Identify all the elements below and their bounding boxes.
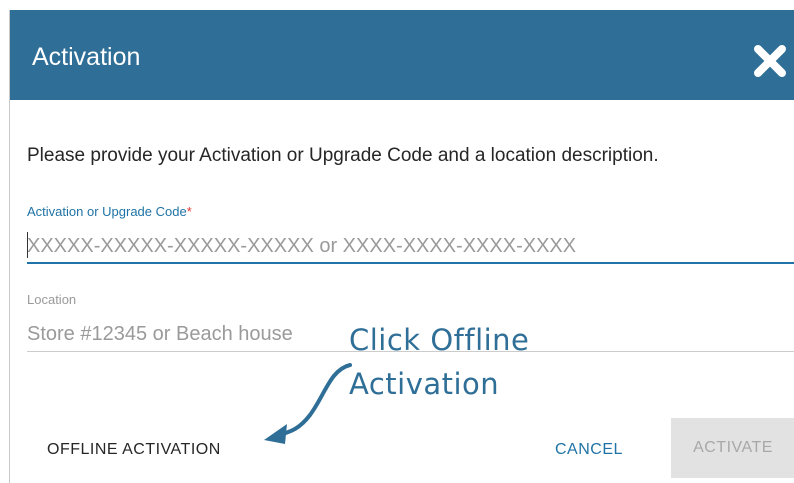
callout-line-2: Activation (349, 367, 500, 401)
offline-activation-button[interactable]: OFFLINE ACTIVATION (47, 441, 221, 459)
activate-button[interactable]: ACTIVATE (671, 418, 794, 478)
activation-dialog: Activation Please provide your Activatio… (9, 10, 794, 483)
dialog-title: Activation (32, 43, 141, 71)
instruction-callout: Click Offline Activation (349, 318, 529, 406)
instruction-text: Please provide your Activation or Upgrad… (27, 145, 659, 166)
required-marker: * (186, 204, 192, 219)
text-cursor (27, 232, 28, 258)
location-field-label: Location (27, 292, 77, 307)
dialog-header: Activation (10, 10, 794, 100)
code-field-label: Activation or Upgrade Code* (27, 204, 192, 220)
screen: Activation Please provide your Activatio… (0, 0, 794, 483)
activation-code-input[interactable] (27, 230, 794, 264)
callout-line-1: Click Offline (349, 323, 530, 357)
cancel-button[interactable]: CANCEL (555, 441, 623, 459)
close-icon[interactable] (750, 41, 790, 81)
code-field-label-text: Activation or Upgrade Code (27, 204, 187, 219)
